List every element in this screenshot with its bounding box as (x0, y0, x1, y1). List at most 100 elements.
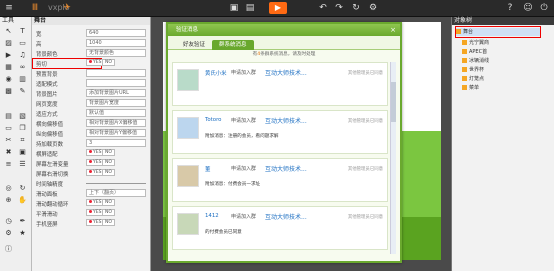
pen-icon[interactable]: ✒ (17, 217, 28, 226)
prop-label: 屏幕左滑变量 (36, 162, 69, 168)
music-icon[interactable]: ♫ (17, 51, 28, 60)
scrollbar-thumb[interactable] (391, 82, 396, 122)
crop-icon[interactable]: ⌗ (17, 136, 28, 145)
prop-row-smooth: 平滑滑动 YES NO (34, 209, 148, 218)
smooth-no-toggle[interactable]: NO (102, 209, 115, 216)
list-item[interactable]: 黄氏小米 申请加入群 互动大师技术... 其他管理员已同意 (172, 62, 388, 106)
swipe-right-no-toggle[interactable]: NO (102, 169, 115, 176)
clip-no-toggle[interactable]: NO (102, 59, 115, 66)
redo-icon[interactable]: ↷ (334, 3, 344, 14)
grid-icon[interactable]: ▩ (3, 87, 14, 96)
distribute-icon[interactable]: ☰ (17, 160, 28, 169)
power-icon[interactable]: ⏻ (539, 3, 549, 14)
avatar (177, 69, 199, 91)
timeline-slider[interactable] (86, 183, 146, 184)
save-icon[interactable]: ▣ (229, 3, 239, 14)
tree-item[interactable]: 冰辆消线 (462, 57, 489, 65)
tree-item[interactable]: 世界杯 (462, 66, 484, 74)
rocket-icon[interactable]: ✈ (62, 3, 72, 14)
y-offset-input[interactable]: 相对背景图片Y偏移值 (86, 129, 146, 137)
list-item[interactable]: 1412 申请加入群 互动大师技术... 的付费会员已同意 其他管理员已同意 (172, 206, 388, 250)
prop-row-x-offset: 横向偏移值 相对背景图片X偏移值 (34, 119, 148, 128)
group-link[interactable]: 互动大师技术... (265, 68, 307, 77)
chart-icon[interactable]: ▥ (17, 75, 28, 84)
folder-icon (462, 76, 467, 81)
eye-icon[interactable]: ◎ (3, 184, 14, 193)
bg-image-input[interactable]: 添加背景图片URL (86, 89, 146, 97)
swipe-left-no-toggle[interactable]: NO (102, 159, 115, 166)
tree-item[interactable]: 灯笼点 (462, 75, 484, 83)
tab-group-system[interactable]: 群系统消息 (212, 40, 254, 50)
fit-way-select[interactable]: 默认值 (86, 109, 146, 117)
user-name[interactable]: 董 (205, 165, 210, 173)
preset-bg-select[interactable] (86, 69, 146, 77)
folder-icon (462, 40, 467, 45)
info-icon[interactable]: ⓘ (3, 245, 14, 254)
bgcolor-input[interactable]: 无背景颜色 (86, 49, 146, 57)
list-item[interactable]: 董 申请加入群 互动大师技术... 附加消息：付费会员一求址 其他管理员已同意 (172, 158, 388, 202)
layers-icon[interactable]: ▤ (3, 112, 14, 121)
brush-icon[interactable]: ✎ (17, 87, 28, 96)
user-name[interactable]: 黄氏小米 (205, 69, 227, 77)
top-toolbar: ≡ vxplo Ⅲ ✈ ▣ ▤ ▶ ↶ ↷ ↻ ⚙ ? ☺ ⏻ (0, 0, 554, 17)
loop-no-toggle[interactable]: NO (102, 199, 115, 206)
page-width-input[interactable]: 背景图片宽度 (86, 99, 146, 107)
group-link[interactable]: 互动大师技术... (265, 212, 307, 221)
hand-icon[interactable]: ✋ (17, 196, 28, 205)
group-link[interactable]: 互动大师技术... (265, 164, 307, 173)
menu-icon[interactable]: ≡ (4, 3, 14, 14)
play-button[interactable]: ▶ (269, 2, 287, 14)
tab-friend-verify[interactable]: 好友验证 (176, 40, 212, 50)
list-item[interactable]: Totoro 申请加入群 互动大师技术... 附加消息：注册的会员，看问题求解 … (172, 110, 388, 154)
user-icon[interactable]: ☺ (523, 3, 533, 14)
rotate-icon[interactable]: ↻ (17, 184, 28, 193)
align-icon[interactable]: ≡ (3, 160, 14, 169)
button-icon[interactable]: ◉ (3, 75, 14, 84)
image-icon[interactable]: ▨ (3, 39, 14, 48)
dialog-title: 验证消息 (168, 24, 400, 36)
prop-row-bgcolor: 背景颜色 无背景颜色 (34, 49, 148, 58)
width-input[interactable]: 640 (86, 29, 146, 37)
clock-icon[interactable]: ◷ (3, 217, 14, 226)
list-scrollbar[interactable] (390, 62, 396, 254)
group-link[interactable]: 互动大师技术... (265, 116, 307, 125)
save-as-icon[interactable]: ▤ (245, 3, 255, 14)
landscape-no-toggle[interactable]: NO (102, 149, 115, 156)
trash-icon[interactable]: ✖ (3, 148, 14, 157)
copy-icon[interactable]: ❐ (17, 124, 28, 133)
tree-item[interactable]: 光宁翼商 (462, 39, 489, 47)
prop-row-y-offset: 纵向偏移值 相对背景图片Y偏移值 (34, 129, 148, 138)
note-text: 的付费会员已同意 (205, 230, 242, 235)
undo-icon[interactable]: ↶ (318, 3, 328, 14)
prop-label: 纵向偏移值 (36, 132, 63, 138)
refresh-icon[interactable]: ↻ (351, 3, 361, 14)
slide-panel-select[interactable]: 上下（翻页） (86, 189, 146, 197)
fit-mode-select[interactable] (86, 79, 146, 87)
zoom-icon[interactable]: ⊕ (3, 196, 14, 205)
help-icon[interactable]: ? (505, 3, 515, 14)
avatar (177, 213, 199, 235)
stack-icon[interactable]: ▧ (17, 112, 28, 121)
settings-icon[interactable]: ⚙ (368, 3, 378, 14)
user-name[interactable]: Totoro (205, 117, 221, 123)
close-icon[interactable]: × (389, 26, 397, 34)
x-offset-input[interactable]: 相对背景图片X偏移值 (86, 119, 146, 127)
tree-item[interactable]: 菜单 (462, 84, 479, 92)
tree-item[interactable]: APEC首 (462, 48, 487, 56)
video-icon[interactable]: ▶ (3, 51, 14, 60)
scissors-icon[interactable]: ✂ (3, 136, 14, 145)
pointer-icon[interactable]: ↖ (3, 27, 14, 36)
gear-icon[interactable]: ⚙ (3, 229, 14, 238)
height-input[interactable]: 1040 (86, 39, 146, 47)
tree-item-stage[interactable]: 舞台 (456, 28, 540, 36)
link-icon[interactable]: ∞ (17, 63, 28, 72)
lock-icon[interactable]: ▣ (17, 148, 28, 157)
shape-icon[interactable]: ▭ (17, 39, 28, 48)
text-icon[interactable]: T (17, 27, 28, 36)
container-icon[interactable]: ▦ (3, 63, 14, 72)
preload-input[interactable]: 3 (86, 139, 146, 147)
star-icon[interactable]: ★ (17, 229, 28, 238)
portrait-no-toggle[interactable]: NO (102, 219, 115, 226)
user-name[interactable]: 1412 (205, 213, 219, 219)
folder-icon[interactable]: ▭ (3, 124, 14, 133)
